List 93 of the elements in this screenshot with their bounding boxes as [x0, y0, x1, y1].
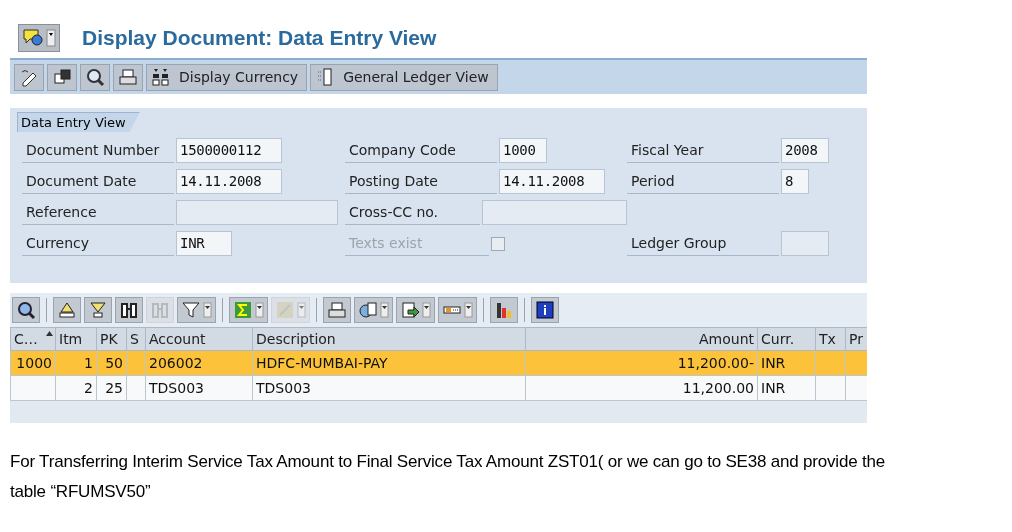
column-header[interactable]: PK: [96, 327, 127, 351]
field-label: Texts exist: [345, 231, 489, 256]
layout-button[interactable]: [438, 297, 477, 323]
switch-button[interactable]: [47, 63, 77, 91]
field-label: Cross-CC no.: [345, 200, 481, 225]
input-field[interactable]: 14.11.2008: [499, 169, 605, 194]
binoculars-icon: [119, 300, 139, 320]
input-field[interactable]: 1000: [499, 138, 547, 163]
dropdown-icon: [46, 28, 56, 48]
sort-icon: [88, 300, 108, 320]
edit-button[interactable]: [14, 63, 44, 91]
sort-icon: [57, 300, 77, 320]
table-cell: INR: [757, 350, 816, 376]
dropdown-icon: [255, 302, 264, 318]
field-label: Ledger Group: [627, 231, 779, 256]
search-icon: [85, 67, 105, 87]
field-label: Document Number: [22, 138, 174, 163]
info-icon: [535, 300, 555, 320]
field-label: Period: [627, 169, 779, 194]
input-field[interactable]: INR: [176, 231, 232, 256]
column-header[interactable]: Amount: [525, 327, 758, 351]
input-field[interactable]: [176, 200, 338, 225]
sort-button[interactable]: [53, 297, 81, 323]
input-field[interactable]: 8: [781, 169, 809, 194]
binoculars-button[interactable]: [115, 297, 143, 323]
sum-icon: [233, 300, 253, 320]
dropdown-icon: [422, 302, 431, 318]
input-field[interactable]: [781, 231, 829, 256]
table-cell: 1: [55, 350, 97, 376]
table-row[interactable]: 1000 1 50 206002 HDFC-MUMBAI-PAY 11,200.00- INR: [10, 350, 867, 376]
field-label: Company Code: [345, 138, 497, 163]
filter-button[interactable]: [177, 297, 216, 323]
search-icon: [16, 300, 36, 320]
sort-icon: [46, 331, 53, 336]
dropdown-icon: [380, 302, 389, 318]
field-label: Currency: [22, 231, 174, 256]
sort-button[interactable]: [84, 297, 112, 323]
field-label: Posting Date: [345, 169, 497, 194]
currency-button[interactable]: Display Currency: [146, 63, 308, 91]
input-field[interactable]: 2008: [781, 138, 829, 163]
column-header[interactable]: Pr: [845, 327, 867, 351]
column-header[interactable]: Account: [145, 327, 253, 351]
note-text: For Transferring Interim Service Tax Amount to Final Service Tax Amount ZST01( or we can go to SE38 and provide the table “RFUMSV50”: [10, 451, 886, 503]
dropdown-icon: [464, 302, 473, 318]
input-field[interactable]: 14.11.2008: [176, 169, 282, 194]
pencil-icon: [19, 67, 39, 87]
export-icon: [400, 300, 420, 320]
field-label: Document Date: [22, 169, 174, 194]
export-button[interactable]: [396, 297, 435, 323]
column-header[interactable]: Description: [252, 327, 526, 351]
table-cell: 11,200.00: [525, 375, 758, 401]
field-label: Fiscal Year: [627, 138, 779, 163]
column-header[interactable]: Itm: [55, 327, 97, 351]
input-field[interactable]: [482, 200, 627, 225]
info-button[interactable]: [531, 297, 559, 323]
views-button[interactable]: [354, 297, 393, 323]
column-header[interactable]: C…: [10, 327, 56, 351]
table-cell: 2: [55, 375, 97, 401]
filter-icon: [181, 300, 201, 320]
window-title: Display Document: Data Entry View: [82, 25, 437, 52]
table-cell: 50: [96, 350, 127, 376]
sum-button[interactable]: [229, 297, 268, 323]
search-button[interactable]: [12, 297, 40, 323]
print-button[interactable]: [113, 63, 143, 91]
printer-icon: [118, 67, 138, 87]
printer-icon: [327, 300, 347, 320]
chat-icon: [22, 28, 44, 48]
table-cell: 206002: [145, 350, 253, 376]
chart-button[interactable]: [490, 297, 518, 323]
binoculars-icon: [150, 300, 170, 320]
field-label: Reference: [22, 200, 174, 225]
views-icon: [358, 300, 378, 320]
dropdown-icon: [297, 302, 306, 318]
ledger-button[interactable]: General Ledger View: [310, 63, 498, 91]
printer-button[interactable]: [323, 297, 351, 323]
table-cell: 11,200.00-: [525, 350, 758, 376]
column-header[interactable]: Curr.: [757, 327, 816, 351]
table-row[interactable]: 2 25 TDS003 TDS003 11,200.00 INR: [10, 375, 867, 401]
menu-button[interactable]: [18, 24, 60, 52]
search-button[interactable]: [80, 63, 110, 91]
table-cell: 1000: [10, 350, 56, 376]
panel-tab[interactable]: Data Entry View: [17, 112, 140, 132]
table-cell: 25: [96, 375, 127, 401]
blocks-icon: [151, 67, 171, 87]
column-header[interactable]: Tx: [815, 327, 846, 351]
input-field[interactable]: 1500000112: [176, 138, 282, 163]
table-cell: TDS003: [145, 375, 253, 401]
table-cell: HDFC-MUMBAI-PAY: [252, 350, 526, 376]
table-cell: TDS003: [252, 375, 526, 401]
windows-icon: [52, 67, 72, 87]
table-cell: INR: [757, 375, 816, 401]
chart-icon: [494, 300, 514, 320]
dropdown-icon: [203, 302, 212, 318]
